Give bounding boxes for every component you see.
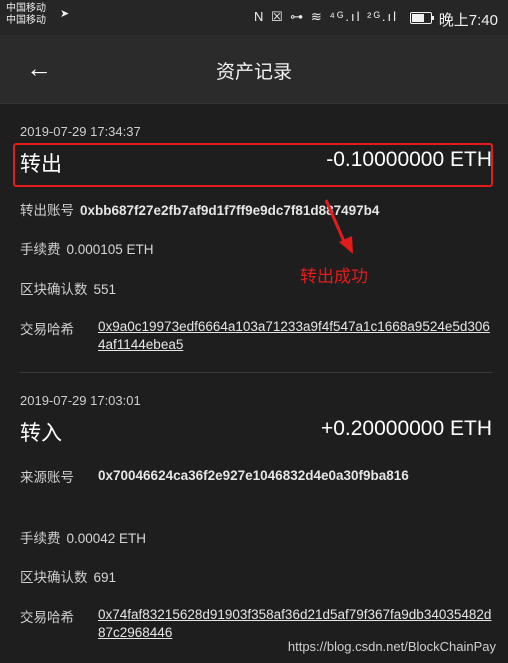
fee-value: 0.00042 ETH [66,531,147,546]
record-time: 2019-07-29 17:03:01 [20,393,141,408]
carrier-1: 中国移动 [6,3,46,14]
tx-hash-link[interactable]: 0x9a0c19973edf6664a103a71233a9f4f547a1c1… [98,318,494,354]
confirm-label: 区块确认数 [20,282,88,297]
tx-hash-link[interactable]: 0x74faf83215628d91903f358af36d21d5af79f3… [98,606,494,642]
hash-label: 交易哈希 [20,610,74,625]
confirm-row: 区块确认数 551 [20,278,116,298]
send-icon: ➤ [60,8,70,20]
account-label: 来源账号 [20,470,74,485]
carrier-info: 中国移动 中国移动 ➤ [6,3,69,27]
clock: 晚上7:40 [438,12,498,29]
page-title: 资产记录 [215,62,292,83]
record-time: 2019-07-29 17:34:37 [20,124,141,139]
annotation-arrow-icon [324,199,353,254]
account-address: 0x70046624ca36f2e927e1046832d4e0a30f9ba8… [98,468,409,483]
record-type: 转入 [20,422,62,445]
highlight-box [13,143,493,187]
record-main-row: 转入 +0.20000000 ETH [20,417,492,453]
divider [20,372,492,373]
fee-value: 0.000105 ETH [66,242,154,257]
fee-row: 手续费 0.000105 ETH [20,238,154,258]
record-amount: +0.20000000 ETH [320,417,492,440]
signal-icons: N ☒ ⊶ ≋ ⁴ᴳ.ıl ²ᴳ.ıl [253,9,398,24]
hash-label: 交易哈希 [20,322,74,337]
confirm-row: 区块确认数 691 [20,566,116,586]
annotation-note: 转出成功 [300,267,368,286]
status-bar: 中国移动 中国移动 ➤ N ☒ ⊶ ≋ ⁴ᴳ.ıl ²ᴳ.ıl 晚上7:40 [0,0,508,35]
fee-label: 手续费 [20,531,61,546]
fee-label: 手续费 [20,242,61,257]
confirm-value: 691 [93,570,117,585]
watermark: https://blog.csdn.net/BlockChainPay [287,639,496,654]
account-label: 转出账号 [20,203,74,218]
confirm-label: 区块确认数 [20,570,88,585]
app-header: ← 资产记录 [0,35,508,104]
battery-icon [410,12,434,24]
confirm-value: 551 [93,282,117,297]
fee-row: 手续费 0.00042 ETH [20,527,146,547]
carrier-2: 中国移动 [6,15,46,26]
